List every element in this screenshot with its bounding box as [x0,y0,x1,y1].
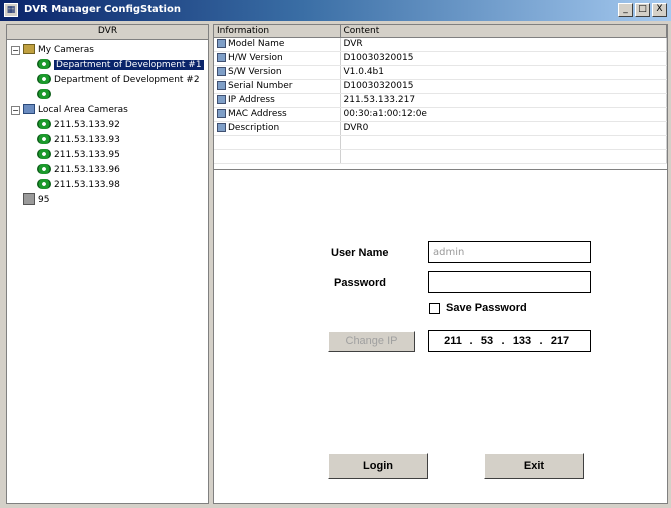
save-password-label[interactable]: Save Password [446,302,527,314]
tree-item-ip-camera[interactable]: 211.53.133.93 [7,133,208,148]
maximize-button[interactable]: □ [635,3,650,17]
column-header-information[interactable]: Information [214,25,341,38]
camera-icon [37,58,51,69]
app-icon: ▦ [4,3,18,17]
ip-octet-4[interactable]: 217 [547,335,573,347]
change-ip-button[interactable]: Change IP [328,331,415,352]
table-row[interactable]: IP Address 211.53.133.217 [214,93,667,108]
ip-dot: . [469,335,473,347]
password-input[interactable] [433,276,586,288]
tree-item-ip-camera[interactable]: 211.53.133.92 [7,118,208,133]
tree-item-my-cameras[interactable]: − My Cameras [7,43,208,58]
window-title: DVR Manager ConfigStation [24,4,181,15]
camera-icon [37,118,51,129]
table-row-empty [214,135,667,150]
table-row-empty [214,149,667,164]
info-icon [217,81,226,90]
table-row[interactable]: H/W Version D10030320015 [214,51,667,66]
ip-octet-1[interactable]: 211 [441,335,465,347]
ip-address-field[interactable]: 211 . 53 . 133 . 217 [428,330,591,352]
info-icon [217,123,226,132]
ip-dot: . [539,335,543,347]
tree-item-local-area-cameras[interactable]: − Local Area Cameras [7,103,208,118]
camera-icon [37,133,51,144]
camera-icon [37,88,51,99]
exit-button[interactable]: Exit [484,453,584,479]
info-table-pane: Information Content Model Name DVR H/W V… [213,24,668,170]
camera-icon [37,178,51,189]
password-field[interactable] [428,271,591,293]
tree-item-ip-camera[interactable]: 211.53.133.95 [7,148,208,163]
tree-item-camera[interactable] [7,88,208,103]
tree-item-dvr-95[interactable]: 95 [7,192,208,208]
ip-dot: . [501,335,505,347]
camera-icon [37,73,51,84]
info-table: Information Content Model Name DVR H/W V… [214,25,667,164]
dvr-tree-pane: DVR − My Cameras Department of Developme… [6,24,209,504]
table-row[interactable]: Description DVR0 [214,121,667,136]
tree-item-ip-camera[interactable]: 211.53.133.96 [7,163,208,178]
save-password-checkbox[interactable] [429,303,440,314]
username-label: User Name [331,247,389,259]
username-input[interactable] [433,246,586,258]
info-icon [217,53,226,62]
dvr-icon [23,192,35,205]
table-row[interactable]: MAC Address 00:30:a1:00:12:0e [214,107,667,122]
tree-item-dept-2[interactable]: Department of Development #2 [7,73,208,88]
camera-icon [37,148,51,159]
info-icon [217,109,226,118]
collapse-icon[interactable]: − [11,46,20,55]
tree-item-dept-1[interactable]: Department of Development #1 [7,58,208,73]
network-icon [23,103,35,114]
close-button[interactable]: X [652,3,667,17]
login-panel: User Name Password Save Password Change … [213,170,668,504]
collapse-icon[interactable]: − [11,106,20,115]
ip-octet-3[interactable]: 133 [509,335,535,347]
table-row[interactable]: Serial Number D10030320015 [214,79,667,94]
table-row[interactable]: Model Name DVR [214,37,667,52]
username-field[interactable] [428,241,591,263]
info-icon [217,95,226,104]
folder-icon [23,43,35,54]
table-row[interactable]: S/W Version V1.0.4b1 [214,65,667,80]
info-icon [217,67,226,76]
title-bar[interactable]: ▦ DVR Manager ConfigStation _ □ X [0,0,671,21]
minimize-button[interactable]: _ [618,3,633,17]
dvr-tree: − My Cameras Department of Development #… [7,40,208,208]
login-button[interactable]: Login [328,453,428,479]
password-label: Password [334,277,386,289]
tree-item-ip-camera[interactable]: 211.53.133.98 [7,178,208,193]
info-icon [217,39,226,48]
column-header-content[interactable]: Content [340,25,667,38]
ip-octet-2[interactable]: 53 [477,335,497,347]
tree-header: DVR [7,25,208,40]
camera-icon [37,163,51,174]
